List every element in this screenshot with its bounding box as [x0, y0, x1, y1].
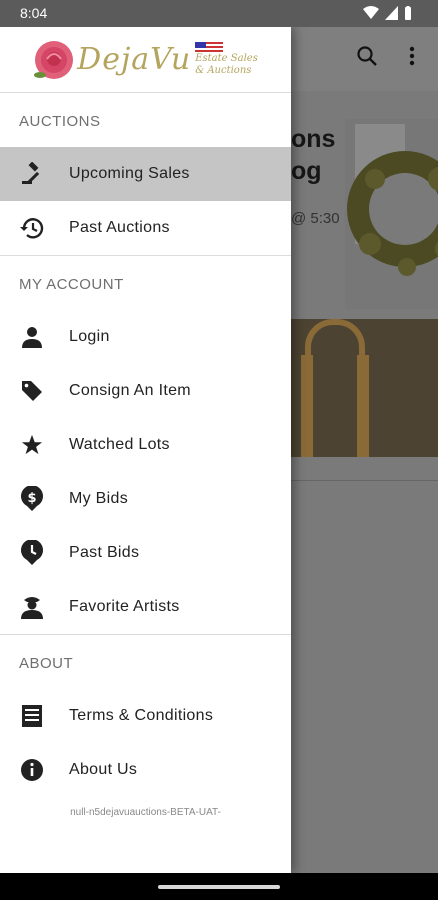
status-time: 8:04 [20, 5, 48, 21]
home-gesture-handle[interactable] [158, 885, 280, 889]
navigation-drawer: DejaVu Estate Sales & Auctions AUCTIONS … [0, 27, 291, 873]
system-nav-bar [0, 873, 438, 900]
version-text: null-n5dejavuauctions-BETA-UAT- [70, 807, 221, 818]
menu-item-consign-item[interactable]: Consign An Item [0, 364, 291, 418]
section-about: ABOUT [19, 655, 74, 672]
artist-icon [19, 594, 45, 620]
status-icons [363, 6, 412, 20]
tag-icon [19, 378, 45, 404]
search-icon[interactable] [356, 45, 378, 73]
drawer-header: DejaVu Estate Sales & Auctions [0, 27, 291, 93]
wreath-image [345, 119, 438, 309]
wifi-icon [363, 6, 379, 19]
info-icon [19, 757, 45, 783]
brand-logo[interactable]: DejaVu Estate Sales & Auctions [33, 39, 258, 81]
sale-title: ons og [291, 125, 336, 185]
section-auctions: AUCTIONS [19, 113, 101, 130]
gavel-icon [19, 161, 45, 187]
menu-item-login[interactable]: Login [0, 310, 291, 364]
dollar-pin-icon: $ [19, 486, 45, 512]
history-icon [19, 215, 45, 241]
svg-text:$: $ [27, 491, 36, 506]
battery-icon [405, 6, 411, 20]
menu-item-about-us[interactable]: About Us [0, 743, 291, 797]
section-my-account: MY ACCOUNT [19, 276, 124, 293]
brand-name: DejaVu [77, 42, 192, 77]
menu-item-my-bids[interactable]: $ My Bids [0, 472, 291, 526]
menu-item-upcoming-sales[interactable]: Upcoming Sales [0, 147, 291, 201]
overflow-menu-icon[interactable] [408, 45, 416, 73]
menu-item-watched-lots[interactable]: Watched Lots [0, 418, 291, 472]
brand-tagline: Estate Sales & Auctions [195, 42, 258, 77]
menu-item-past-auctions[interactable]: Past Auctions [0, 201, 291, 255]
rose-logo-icon [34, 40, 74, 79]
menu-item-past-bids[interactable]: Past Bids [0, 526, 291, 580]
handbag-image [291, 319, 438, 457]
menu-item-terms[interactable]: Terms & Conditions [0, 689, 291, 743]
person-icon [19, 324, 45, 350]
clock-pin-icon [19, 540, 45, 566]
signal-icon [385, 6, 398, 20]
flag-icon [195, 42, 224, 52]
star-icon [19, 432, 45, 458]
menu-item-favorite-artists[interactable]: Favorite Artists [0, 580, 291, 634]
document-icon [19, 703, 45, 729]
status-bar: 8:04 [0, 0, 438, 27]
